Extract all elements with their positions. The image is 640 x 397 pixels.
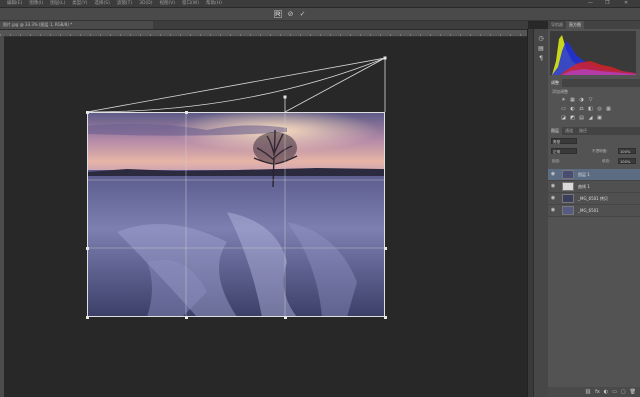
crop-handle-bottom-third[interactable] xyxy=(184,315,188,319)
crop-handle-far[interactable] xyxy=(383,56,387,60)
layer-name: 图层 1 xyxy=(578,172,590,177)
invert-icon[interactable]: ◪ xyxy=(560,115,567,121)
tab-adjustments[interactable]: 调整 xyxy=(548,79,562,87)
properties-icon[interactable]: ▤ xyxy=(537,45,545,52)
color-lookup-icon[interactable]: ▦ xyxy=(605,106,612,112)
histogram-tabs: 导航器 直方图 xyxy=(548,21,640,29)
lock-label: 锁定: xyxy=(552,159,561,163)
layer-thumbnail xyxy=(562,170,574,179)
levels-icon[interactable]: ▦ xyxy=(569,97,576,103)
tab-channels[interactable]: 通道 xyxy=(562,127,576,135)
layers-footer: ⛓ fx ◐ ▭ ▢ 🗑 xyxy=(548,387,640,397)
vibrance-icon[interactable]: ▽ xyxy=(587,97,594,103)
hue-icon[interactable]: ▭ xyxy=(560,106,567,112)
new-layer-icon[interactable]: ▢ xyxy=(621,387,626,397)
crop-guide-diagonal xyxy=(284,57,386,113)
minimize-button[interactable]: — xyxy=(588,0,593,7)
adjustment-icons-row-1: ☀ ▦ ◑ ▽ xyxy=(560,97,594,103)
paragraph-icon[interactable]: ¶ xyxy=(537,55,545,62)
color-balance-icon[interactable]: ◐ xyxy=(569,106,576,112)
history-icon[interactable]: ◷ xyxy=(537,35,545,42)
layer-row-1[interactable]: ◉ 图层 1 xyxy=(548,169,640,181)
threshold-icon[interactable]: ▤ xyxy=(578,115,585,121)
blend-mode-select[interactable]: 正常 xyxy=(551,148,577,154)
crop-handle-bottom-left[interactable] xyxy=(85,315,89,319)
channel-mixer-icon[interactable]: ◎ xyxy=(596,106,603,112)
adjustments-label: 添加调整 xyxy=(552,89,568,94)
close-button[interactable]: ✕ xyxy=(624,0,628,7)
panel-icon-strip: ◷ ▤ ¶ xyxy=(533,29,548,397)
adjustment-icons-row-3: ◪ ◩ ▤ ◢ ▣ xyxy=(560,115,603,121)
photo-filter-icon[interactable]: ◧ xyxy=(587,106,594,112)
crop-handle-left-mid[interactable] xyxy=(85,246,89,250)
layer-thumbnail xyxy=(562,194,574,203)
gradient-map-icon[interactable]: ◢ xyxy=(587,115,594,121)
restore-button[interactable]: ❐ xyxy=(605,0,609,7)
document-image[interactable] xyxy=(87,112,385,317)
layer-style-icon[interactable]: fx xyxy=(595,387,600,397)
crop-handle-mid[interactable] xyxy=(283,95,287,99)
crop-handle-bottom-two-thirds[interactable] xyxy=(283,315,287,319)
brightness-icon[interactable]: ☀ xyxy=(560,97,567,103)
black-white-icon[interactable]: ⚖ xyxy=(578,106,585,112)
layers-tabs: 图层 通道 路径 xyxy=(548,127,640,135)
tab-navigator[interactable]: 导航器 xyxy=(548,21,566,29)
eye-icon[interactable]: ◉ xyxy=(550,207,556,213)
tab-histogram[interactable]: 直方图 xyxy=(566,21,584,29)
crop-handle-top-third[interactable] xyxy=(184,110,188,114)
posterize-icon[interactable]: ◩ xyxy=(569,115,576,121)
layer-row-4[interactable]: ◉ _MG_6501 xyxy=(548,205,640,217)
right-panels: 导航器 直方图 调整 添加调整 ☀ ▦ ◑ ▽ ▭ ◐ ⚖ ◧ ◎ ▦ ◪ ◩ … xyxy=(548,21,640,397)
layer-row-2[interactable]: ◉ 曲线 1 xyxy=(548,181,640,193)
adjustments-tabs: 调整 xyxy=(548,79,640,87)
layer-thumbnail xyxy=(562,182,574,191)
adjustment-layer-icon[interactable]: ◐ xyxy=(604,387,608,397)
opacity-label: 不透明度: xyxy=(592,149,608,153)
selective-color-icon[interactable]: ▣ xyxy=(596,115,603,121)
fill-label: 填充: xyxy=(602,159,611,163)
crop-handle-top-left[interactable] xyxy=(85,110,89,114)
snow-landscape-photo xyxy=(87,112,385,317)
trash-icon[interactable]: 🗑 xyxy=(630,387,636,397)
layer-name: 曲线 1 xyxy=(578,184,590,189)
eye-icon[interactable]: ◉ xyxy=(550,171,556,177)
histogram xyxy=(550,31,636,75)
crop-guide-top xyxy=(86,57,386,113)
new-group-icon[interactable]: ▭ xyxy=(612,387,617,397)
fill-field[interactable]: 100% xyxy=(618,158,636,164)
adjustment-icons-row-2: ▭ ◐ ⚖ ◧ ◎ ▦ xyxy=(560,106,612,112)
layer-name: _MG_6501 拷贝 xyxy=(578,196,609,201)
layer-name: _MG_6501 xyxy=(578,208,599,213)
crop-handle-right-mid[interactable] xyxy=(383,246,387,250)
eye-icon[interactable]: ◉ xyxy=(550,195,556,201)
layer-thumbnail xyxy=(562,206,574,215)
tab-paths[interactable]: 路径 xyxy=(576,127,590,135)
eye-icon[interactable]: ◉ xyxy=(550,183,556,189)
layer-row-3[interactable]: ◉ _MG_6501 拷贝 xyxy=(548,193,640,205)
crop-handle-bottom-right[interactable] xyxy=(383,315,387,319)
exposure-icon[interactable]: ◑ xyxy=(578,97,585,103)
layer-filter-select[interactable]: 类型 xyxy=(551,138,577,144)
opacity-field[interactable]: 100% xyxy=(618,148,636,154)
link-layers-icon[interactable]: ⛓ xyxy=(585,387,591,397)
tab-layers[interactable]: 图层 xyxy=(548,127,562,135)
